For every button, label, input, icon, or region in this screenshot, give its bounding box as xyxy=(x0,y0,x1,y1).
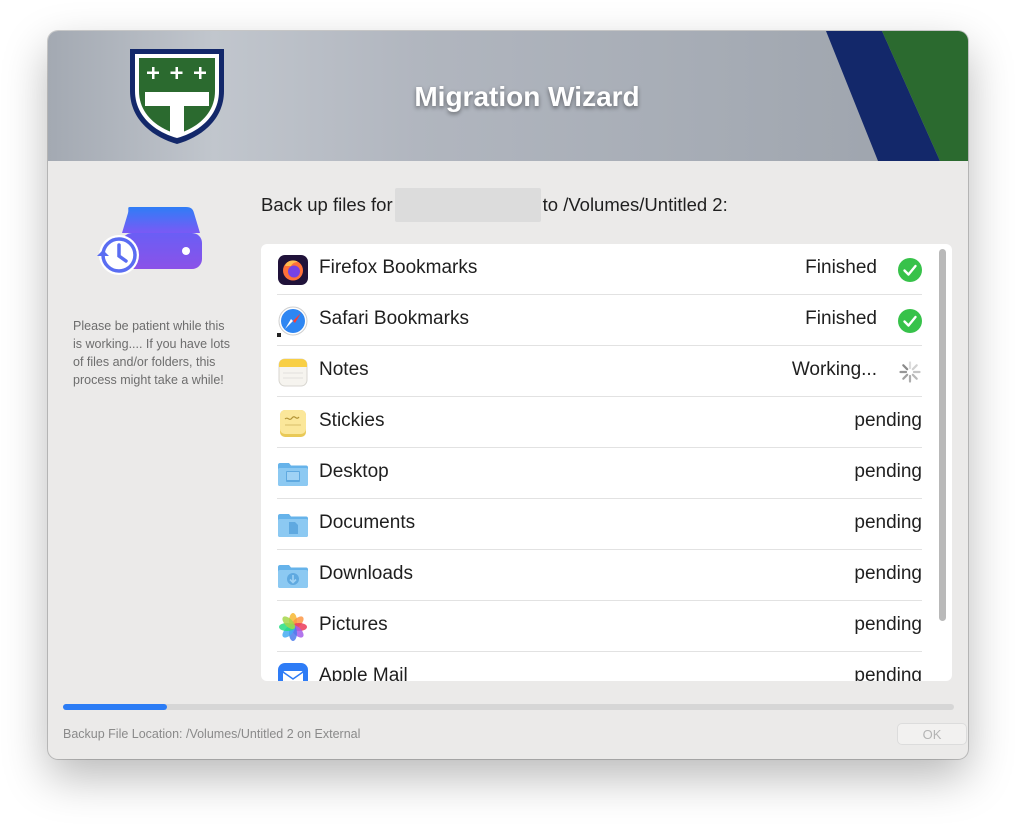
item-status: pending xyxy=(854,512,922,533)
list-scrollbar[interactable] xyxy=(939,247,947,679)
item-label: Safari Bookmarks xyxy=(319,308,469,329)
heading-prefix: Back up files for xyxy=(261,194,393,215)
safari-icon xyxy=(277,305,309,337)
list-item-apple-mail[interactable]: Apple Mail pending xyxy=(277,652,922,681)
backup-drive-icon xyxy=(97,207,202,275)
item-label: Downloads xyxy=(319,563,413,584)
spinner-icon xyxy=(898,360,922,384)
item-label: Desktop xyxy=(319,461,389,482)
notes-icon xyxy=(277,356,309,388)
progress-bar-fill xyxy=(63,704,168,710)
list-item-documents[interactable]: Documents pending xyxy=(277,499,922,550)
item-status: pending xyxy=(854,410,922,431)
item-status: pending xyxy=(854,665,922,681)
mail-icon xyxy=(277,662,309,681)
backup-heading: Back up files for to /Volumes/Untitled 2… xyxy=(261,188,728,222)
item-label: Documents xyxy=(319,512,416,533)
item-label: Notes xyxy=(319,359,369,380)
item-label: Firefox Bookmarks xyxy=(319,257,478,278)
list-item-stickies[interactable]: Stickies pending xyxy=(277,397,922,448)
item-status: pending xyxy=(854,461,922,482)
item-status: pending xyxy=(854,563,922,584)
list-item-desktop[interactable]: Desktop pending xyxy=(277,448,922,499)
heading-suffix: to /Volumes/Untitled 2: xyxy=(542,194,728,215)
item-status: pending xyxy=(854,614,922,635)
firefox-icon xyxy=(277,254,309,286)
list-item-notes[interactable]: Notes Working... xyxy=(277,346,922,397)
item-label: Stickies xyxy=(319,410,385,431)
documents-folder-icon xyxy=(277,509,309,541)
photos-icon xyxy=(277,611,309,643)
stickies-icon xyxy=(277,407,309,439)
list-item-pictures[interactable]: Pictures pending xyxy=(277,601,922,652)
scrollbar-thumb[interactable] xyxy=(939,249,946,621)
backup-location-label: Backup File Location: /Volumes/Untitled … xyxy=(63,727,361,741)
item-status: Finished xyxy=(805,257,877,278)
backup-items-rows: Firefox Bookmarks Finished Safari Bookmark… xyxy=(277,244,922,681)
item-status: Finished xyxy=(805,308,877,329)
list-item-downloads[interactable]: Downloads pending xyxy=(277,550,922,601)
item-status: Working... xyxy=(791,359,877,380)
desktop-folder-icon xyxy=(277,458,309,490)
redacted-username xyxy=(394,188,541,222)
checkmark-icon xyxy=(898,309,922,333)
ok-button[interactable]: OK xyxy=(897,723,967,745)
checkmark-icon xyxy=(898,258,922,282)
item-label: Apple Mail xyxy=(319,665,408,681)
downloads-folder-icon xyxy=(277,560,309,592)
header-banner: Migration Wizard xyxy=(48,31,968,161)
backup-items-list[interactable]: Firefox Bookmarks Finished Safari Bookmark… xyxy=(261,244,952,681)
patience-message: Please be patient while this is working.… xyxy=(73,319,231,387)
list-item-safari-bookmarks[interactable]: Safari Bookmarks Finished xyxy=(277,295,922,346)
list-item-firefox-bookmarks[interactable]: Firefox Bookmarks Finished xyxy=(277,244,922,295)
progress-bar xyxy=(63,704,954,710)
banner-stripes-decoration xyxy=(826,31,968,161)
migration-wizard-window: Migration Wizard Please be patient while… xyxy=(48,31,968,759)
item-label: Pictures xyxy=(319,614,388,635)
